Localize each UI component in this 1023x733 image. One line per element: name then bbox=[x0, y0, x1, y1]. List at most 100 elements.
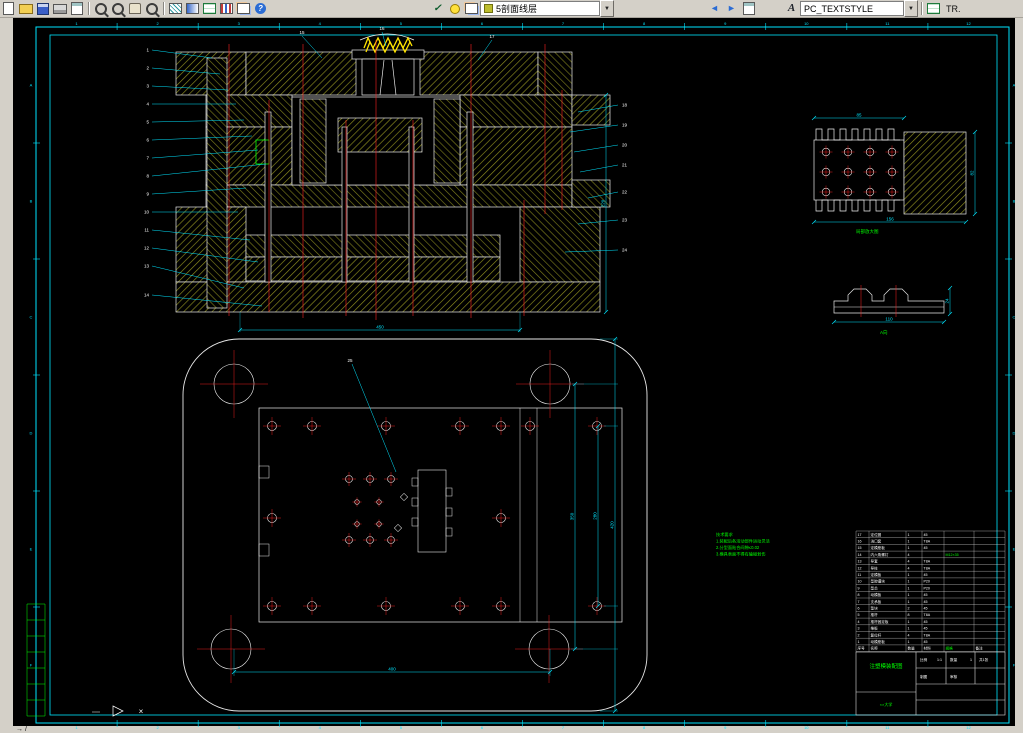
print-preview-button[interactable] bbox=[68, 1, 85, 16]
layers-stack-icon bbox=[237, 3, 250, 14]
help-button[interactable]: ? bbox=[252, 1, 269, 16]
svg-text:2: 2 bbox=[908, 607, 910, 611]
svg-text:450: 450 bbox=[376, 325, 384, 330]
svg-text:导柱: 导柱 bbox=[871, 565, 879, 570]
svg-text:45: 45 bbox=[924, 573, 928, 577]
match-properties-button[interactable] bbox=[740, 1, 757, 16]
layer-select-dropdown-button[interactable]: ▼ bbox=[600, 0, 614, 17]
checked-label: 审核 bbox=[950, 674, 958, 679]
new-file-button[interactable] bbox=[0, 1, 17, 16]
svg-text:1: 1 bbox=[908, 586, 910, 590]
svg-text:T8A: T8A bbox=[924, 540, 931, 544]
toolbar-separator bbox=[88, 2, 89, 15]
layer-previous-button[interactable] bbox=[446, 1, 463, 16]
zoom-window-button[interactable] bbox=[109, 1, 126, 16]
text-style-dropdown-button[interactable]: ▼ bbox=[904, 0, 918, 17]
svg-text:E: E bbox=[1013, 547, 1016, 552]
svg-text:型芯: 型芯 bbox=[871, 585, 879, 590]
dim-style-button[interactable] bbox=[925, 1, 942, 16]
gradient-button[interactable] bbox=[184, 1, 201, 16]
svg-text:1: 1 bbox=[908, 533, 910, 537]
toolbar-spacer bbox=[757, 8, 783, 9]
magnifier-icon bbox=[111, 2, 124, 15]
zoom-realtime-button[interactable] bbox=[92, 1, 109, 16]
svg-text:D: D bbox=[1013, 431, 1016, 436]
zoom-extents-button[interactable] bbox=[143, 1, 160, 16]
svg-text:T8A: T8A bbox=[924, 560, 931, 564]
svg-text:16: 16 bbox=[379, 26, 385, 31]
hatch-button[interactable] bbox=[167, 1, 184, 16]
svg-text:1: 1 bbox=[908, 600, 910, 604]
redo-button[interactable]: ► bbox=[723, 1, 740, 16]
svg-text:名称: 名称 bbox=[871, 646, 879, 651]
svg-text:定位圈: 定位圈 bbox=[871, 532, 882, 537]
svg-text:4: 4 bbox=[858, 620, 860, 624]
pan-button[interactable] bbox=[126, 1, 143, 16]
table-button[interactable] bbox=[201, 1, 218, 16]
svg-text:技术要求: 技术要求 bbox=[716, 531, 734, 538]
print-button[interactable] bbox=[51, 1, 68, 16]
text-style-select[interactable]: PC_TEXTSTYLE bbox=[800, 1, 904, 16]
drawing-canvas[interactable]: 112233445566778899101011111212A AB BC CD DE E… bbox=[0, 0, 1023, 733]
svg-text:1: 1 bbox=[908, 546, 910, 550]
svg-text:推杆: 推杆 bbox=[871, 612, 879, 617]
svg-text:14: 14 bbox=[858, 553, 862, 557]
layers-stack-icon bbox=[465, 3, 478, 14]
open-file-button[interactable] bbox=[17, 1, 34, 16]
svg-text:4: 4 bbox=[908, 553, 910, 557]
svg-text:T8A: T8A bbox=[924, 633, 931, 637]
svg-text:1: 1 bbox=[908, 573, 910, 577]
svg-text:7: 7 bbox=[858, 600, 860, 604]
svg-text:数量: 数量 bbox=[908, 646, 916, 651]
svg-text:复位杆: 复位杆 bbox=[871, 632, 882, 637]
magnifier-icon bbox=[145, 2, 158, 15]
block-button[interactable] bbox=[218, 1, 235, 16]
organization-name: ××大学 bbox=[880, 701, 893, 707]
layer-select[interactable]: 5剖面线层 bbox=[480, 1, 600, 16]
svg-text:85: 85 bbox=[856, 113, 862, 118]
lightbulb-icon bbox=[449, 3, 460, 14]
svg-text:10: 10 bbox=[804, 21, 809, 26]
svg-text:×: × bbox=[139, 707, 144, 716]
text-style-button[interactable]: A bbox=[783, 1, 800, 16]
svg-text:110: 110 bbox=[885, 317, 893, 322]
svg-text:11: 11 bbox=[858, 573, 862, 577]
svg-text:1: 1 bbox=[908, 580, 910, 584]
svg-text:动模座板: 动模座板 bbox=[871, 639, 886, 644]
svg-text:45: 45 bbox=[924, 593, 928, 597]
undo-arrow-icon: ◄ bbox=[710, 3, 719, 13]
layer-manager-button[interactable] bbox=[463, 1, 480, 16]
svg-text:D: D bbox=[30, 431, 33, 436]
check-icon: ✓ bbox=[433, 3, 442, 14]
svg-text:规格: 规格 bbox=[946, 646, 954, 651]
layer-properties-button[interactable] bbox=[235, 1, 252, 16]
save-file-button[interactable] bbox=[34, 1, 51, 16]
svg-text:材料: 材料 bbox=[924, 646, 932, 651]
svg-text:备注: 备注 bbox=[976, 646, 984, 651]
svg-text:12: 12 bbox=[966, 21, 971, 26]
svg-text:10: 10 bbox=[804, 725, 809, 730]
svg-text:定模座板: 定模座板 bbox=[871, 545, 886, 550]
side-view-label: A向 bbox=[880, 329, 888, 335]
toolbar-separator bbox=[163, 2, 164, 15]
block-icon bbox=[220, 3, 233, 14]
svg-text:280: 280 bbox=[593, 512, 598, 520]
status-strip: → / bbox=[16, 726, 27, 733]
svg-text:17: 17 bbox=[858, 533, 862, 537]
status-marks: → / bbox=[16, 726, 27, 733]
svg-text:18: 18 bbox=[622, 103, 628, 108]
layer-color-swatch bbox=[484, 4, 493, 13]
svg-text:350: 350 bbox=[570, 512, 575, 520]
svg-text:C: C bbox=[30, 315, 33, 320]
make-layer-current-button[interactable]: ✓ bbox=[429, 1, 446, 16]
svg-text:1.装配后各活动部件运动灵活: 1.装配后各活动部件运动灵活 bbox=[716, 538, 770, 545]
undo-button[interactable]: ◄ bbox=[706, 1, 723, 16]
svg-text:12: 12 bbox=[966, 725, 971, 730]
svg-text:3.模具表面不得有磕碰划伤: 3.模具表面不得有磕碰划伤 bbox=[716, 551, 766, 558]
svg-text:12: 12 bbox=[144, 246, 150, 251]
svg-text:B: B bbox=[1013, 199, 1016, 204]
sheet-count: 共1张 bbox=[979, 657, 989, 662]
svg-text:内六角螺钉: 内六角螺钉 bbox=[871, 552, 889, 557]
svg-text:1: 1 bbox=[908, 593, 910, 597]
svg-text:4: 4 bbox=[908, 566, 910, 570]
